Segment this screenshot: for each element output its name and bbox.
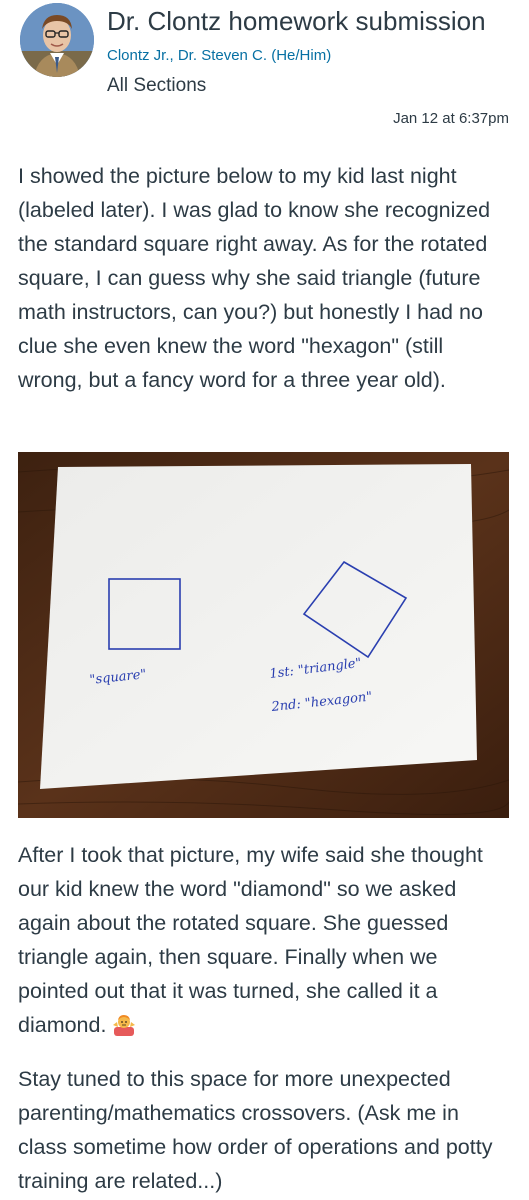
drawing-photo: "square" 1st: "triangle" 2nd: "hexagon" xyxy=(18,452,509,818)
page-title: Dr. Clontz homework submission xyxy=(107,6,486,36)
profile-photo-icon xyxy=(20,3,94,77)
discussion-header: Dr. Clontz homework submission Clontz Jr… xyxy=(0,0,529,140)
paper-sheet xyxy=(40,464,477,789)
sections-label: All Sections xyxy=(107,75,207,96)
avatar[interactable] xyxy=(20,3,94,77)
post-photo[interactable]: "square" 1st: "triangle" 2nd: "hexagon" xyxy=(18,452,509,818)
post-timestamp: Jan 12 at 6:37pm xyxy=(393,110,509,127)
post-paragraph: After I took that picture, my wife said … xyxy=(18,838,513,1042)
post-paragraph: I showed the picture below to my kid las… xyxy=(18,164,491,392)
paragraph-text: After I took that picture, my wife said … xyxy=(18,843,483,1037)
post-paragraph: Stay tuned to this space for more unexpe… xyxy=(18,1067,493,1193)
person-shrugging-emoji-icon xyxy=(112,1012,136,1036)
author-link[interactable]: Clontz Jr., Dr. Steven C. (He/Him) xyxy=(107,47,331,64)
